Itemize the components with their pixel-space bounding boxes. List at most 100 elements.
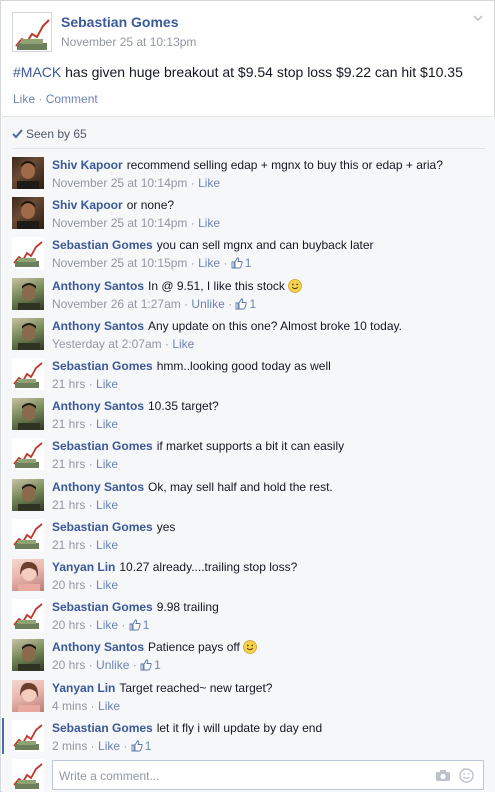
commenter-name[interactable]: Sebastian Gomes [52, 721, 153, 735]
comment-timestamp[interactable]: November 25 at 10:14pm [52, 216, 187, 230]
like-link[interactable]: Like [96, 538, 118, 552]
comment-body: Shiv Kapoor or none? [52, 198, 174, 212]
unlike-link[interactable]: Unlike [96, 658, 129, 672]
camera-icon[interactable] [435, 769, 451, 782]
like-count-value: 1 [249, 296, 257, 311]
commenter-name[interactable]: Anthony Santos [52, 319, 144, 333]
feed-post-card: Sebastian Gomes November 25 at 10:13pm #… [0, 0, 495, 792]
commenter-name[interactable]: Anthony Santos [52, 279, 144, 293]
thumbs-up-icon [131, 740, 143, 752]
comment-timestamp[interactable]: 21 hrs [52, 457, 85, 471]
post-text: #MACK has given huge breakout at $9.54 s… [13, 64, 463, 80]
commenter-avatar[interactable] [12, 518, 44, 551]
comment-item: Anthony Santos Patience pays off 20 hrs · … [2, 639, 495, 679]
like-link[interactable]: Like [98, 739, 120, 753]
like-link[interactable]: Like [198, 216, 220, 230]
comment-timestamp[interactable]: 20 hrs [52, 618, 85, 632]
comment-body: Sebastian Gomes let it fly i will update … [52, 721, 322, 735]
like-link[interactable]: Like [13, 92, 35, 106]
commenter-avatar[interactable] [12, 317, 44, 350]
commenter-avatar[interactable] [12, 639, 44, 672]
like-count-value: 1 [154, 658, 161, 673]
comment-text: if market supports a bit it can easily [156, 439, 345, 454]
like-link[interactable]: Like [198, 176, 220, 190]
commenter-avatar[interactable] [12, 719, 44, 752]
like-count[interactable]: 1 [140, 658, 161, 672]
unlike-link[interactable]: Unlike [191, 297, 224, 311]
comment-timestamp[interactable]: 4 mins [52, 699, 87, 713]
commenter-avatar[interactable] [12, 599, 44, 632]
commenter-name[interactable]: Sebastian Gomes [52, 238, 153, 252]
commenter-avatar[interactable] [12, 559, 44, 591]
comment-timestamp[interactable]: November 25 at 10:15pm [52, 256, 187, 270]
like-count[interactable]: 1 [131, 739, 151, 753]
comment-input[interactable]: Write a comment... [52, 760, 484, 790]
comment-timestamp[interactable]: 20 hrs [52, 658, 85, 672]
like-link[interactable]: Like [98, 699, 120, 713]
comment-body: Sebastian Gomes hmm..looking good today a… [52, 359, 331, 373]
like-count[interactable]: 1 [129, 618, 149, 632]
like-link[interactable]: Like [172, 337, 194, 351]
comment-meta: 20 hrs · Like [52, 578, 118, 592]
commenter-avatar[interactable] [12, 679, 44, 712]
commenter-avatar[interactable] [12, 197, 44, 230]
like-link[interactable]: Like [96, 417, 118, 431]
commenter-avatar[interactable] [12, 237, 44, 270]
commenter-avatar[interactable] [12, 438, 44, 471]
post-timestamp[interactable]: November 25 at 10:13pm [61, 35, 196, 49]
comment-text: Patience pays off [148, 640, 240, 655]
commenter-name[interactable]: Anthony Santos [52, 399, 144, 413]
like-link[interactable]: Like [96, 618, 118, 632]
comment-link[interactable]: Comment [46, 92, 98, 106]
commenter-name[interactable]: Sebastian Gomes [52, 600, 153, 614]
commenter-avatar[interactable] [12, 398, 44, 431]
author-avatar[interactable] [12, 12, 52, 52]
commenter-name[interactable]: Sebastian Gomes [52, 439, 153, 453]
comment-text: or none? [126, 198, 175, 213]
comment-body: Anthony Santos Patience pays off [52, 640, 257, 654]
commenter-avatar[interactable] [12, 277, 44, 310]
commenter-name[interactable]: Yanyan Lin [52, 681, 115, 695]
commenter-avatar[interactable] [12, 157, 44, 189]
commenter-avatar[interactable] [12, 358, 44, 390]
comment-timestamp[interactable]: 21 hrs [52, 538, 85, 552]
commenter-avatar[interactable] [12, 478, 44, 511]
comment-timestamp[interactable]: 21 hrs [52, 377, 85, 391]
comment-body: Sebastian Gomes 9.98 trailing [52, 600, 219, 614]
current-user-avatar [12, 759, 44, 791]
seen-by[interactable]: Seen by 65 [12, 127, 87, 141]
comment-timestamp[interactable]: Yesterday at 2:07am [52, 337, 162, 351]
comment-body: Sebastian Gomes yes [52, 520, 175, 534]
comment-timestamp[interactable]: November 25 at 10:14pm [52, 176, 187, 190]
like-count[interactable]: 1 [235, 297, 256, 311]
separator-dot: · [220, 256, 231, 271]
commenter-name[interactable]: Shiv Kapoor [52, 198, 123, 212]
separator-dot: · [85, 417, 97, 432]
like-link[interactable]: Like [96, 498, 118, 512]
comment-timestamp[interactable]: 2 mins [52, 739, 87, 753]
chevron-down-icon[interactable] [471, 11, 485, 25]
comment-timestamp[interactable]: 21 hrs [52, 498, 85, 512]
commenter-name[interactable]: Anthony Santos [52, 480, 144, 494]
comment-meta: 21 hrs · Like [52, 377, 118, 391]
hashtag-link[interactable]: #MACK [13, 64, 61, 80]
comment-item: Sebastian Gomes hmm..looking good today a… [2, 358, 495, 398]
commenter-name[interactable]: Sebastian Gomes [52, 359, 153, 373]
like-link[interactable]: Like [96, 457, 118, 471]
like-link[interactable]: Like [198, 256, 220, 270]
comment-timestamp[interactable]: 20 hrs [52, 578, 85, 592]
comment-item: Sebastian Gomes let it fly i will update … [2, 717, 495, 760]
commenter-name[interactable]: Sebastian Gomes [52, 520, 153, 534]
comment-timestamp[interactable]: 21 hrs [52, 417, 85, 431]
comment-body: Sebastian Gomes you can sell mgnx and can… [52, 238, 374, 252]
post-author-name[interactable]: Sebastian Gomes [61, 14, 179, 30]
comment-item: Sebastian Gomes yes 21 hrs · Like [2, 518, 495, 559]
like-link[interactable]: Like [96, 377, 118, 391]
emoticon-icon[interactable] [459, 768, 474, 783]
commenter-name[interactable]: Yanyan Lin [52, 560, 115, 574]
comment-timestamp[interactable]: November 26 at 1:27am [52, 297, 181, 311]
commenter-name[interactable]: Anthony Santos [52, 640, 144, 654]
like-count[interactable]: 1 [231, 256, 251, 270]
commenter-name[interactable]: Shiv Kapoor [52, 158, 123, 172]
like-link[interactable]: Like [96, 578, 118, 592]
